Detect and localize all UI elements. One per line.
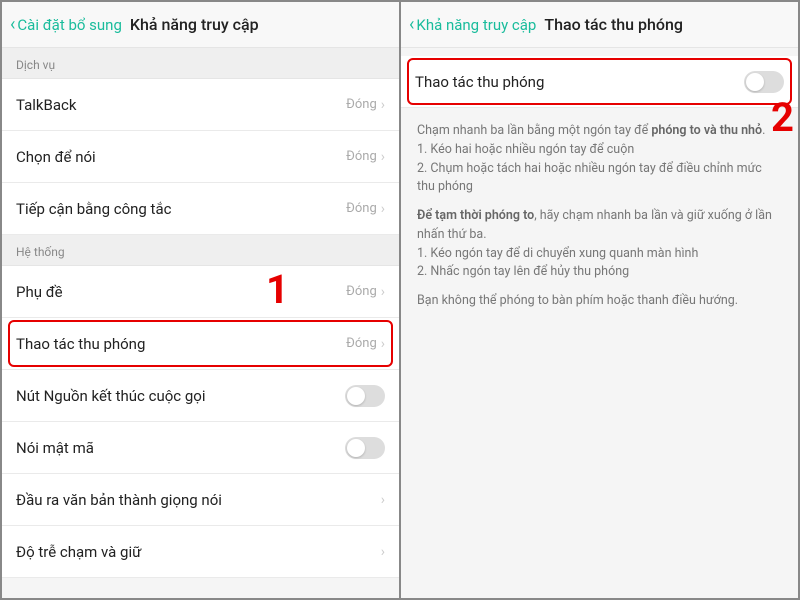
toggle-switch[interactable] — [345, 385, 385, 407]
settings-row[interactable]: Nói mật mã — [2, 422, 399, 474]
settings-row[interactable]: Phụ đề Đóng › — [2, 266, 399, 318]
page-title-right: Thao tác thu phóng — [544, 15, 683, 34]
chevron-left-icon: ‹ — [10, 14, 15, 35]
chevron-right-icon: › — [381, 97, 385, 113]
row-status: Đóng — [346, 97, 377, 112]
chevron-right-icon: › — [381, 201, 385, 217]
chevron-right-icon: › — [381, 544, 385, 560]
back-button-left[interactable]: ‹ Cài đặt bổ sung — [10, 14, 122, 35]
back-label: Khả năng truy cập — [416, 16, 536, 34]
chevron-right-icon: › — [381, 336, 385, 352]
section-header-services: Dịch vụ — [2, 48, 399, 79]
settings-row[interactable]: Độ trễ chạm và giữ › — [2, 526, 399, 578]
row-status: Đóng — [346, 336, 377, 351]
settings-row[interactable]: Thao tác thu phóng Đóng › — [2, 318, 399, 370]
zoom-gesture-toggle-row[interactable]: Thao tác thu phóng — [401, 56, 798, 108]
row-status: Đóng — [346, 284, 377, 299]
row-label: TalkBack — [16, 96, 77, 114]
row-label: Chọn để nói — [16, 148, 96, 166]
header-left: ‹ Cài đặt bổ sung Khả năng truy cập — [2, 2, 399, 48]
toggle-switch[interactable] — [345, 437, 385, 459]
toggle-label: Thao tác thu phóng — [415, 73, 544, 91]
settings-row[interactable]: Chọn để nói Đóng › — [2, 131, 399, 183]
settings-row[interactable]: Nút Nguồn kết thúc cuộc gọi — [2, 370, 399, 422]
description-text: Chạm nhanh ba lần bằng một ngón tay để p… — [401, 108, 798, 335]
settings-row[interactable]: Đầu ra văn bản thành giọng nói › — [2, 474, 399, 526]
left-pane: ‹ Cài đặt bổ sung Khả năng truy cập Dịch… — [2, 2, 399, 598]
row-label: Thao tác thu phóng — [16, 335, 145, 353]
row-label: Đầu ra văn bản thành giọng nói — [16, 491, 222, 509]
settings-row[interactable]: TalkBack Đóng › — [2, 79, 399, 131]
zoom-gesture-toggle[interactable] — [744, 71, 784, 93]
row-status: Đóng — [346, 149, 377, 164]
settings-row[interactable]: Tiếp cận bằng công tắc Đóng › — [2, 183, 399, 235]
row-label: Nút Nguồn kết thúc cuộc gọi — [16, 387, 205, 405]
chevron-right-icon: › — [381, 149, 385, 165]
row-label: Tiếp cận bằng công tắc — [16, 200, 171, 218]
page-title-left: Khả năng truy cập — [130, 15, 259, 34]
back-button-right[interactable]: ‹ Khả năng truy cập — [409, 14, 536, 35]
back-label: Cài đặt bổ sung — [17, 16, 121, 34]
row-status: Đóng — [346, 201, 377, 216]
section-header-system: Hệ thống — [2, 235, 399, 266]
chevron-left-icon: ‹ — [409, 14, 414, 35]
row-label: Độ trễ chạm và giữ — [16, 543, 141, 561]
chevron-right-icon: › — [381, 284, 385, 300]
row-label: Nói mật mã — [16, 439, 94, 457]
chevron-right-icon: › — [381, 492, 385, 508]
right-pane: ‹ Khả năng truy cập Thao tác thu phóng T… — [401, 2, 798, 598]
row-label: Phụ đề — [16, 283, 63, 301]
header-right: ‹ Khả năng truy cập Thao tác thu phóng — [401, 2, 798, 48]
